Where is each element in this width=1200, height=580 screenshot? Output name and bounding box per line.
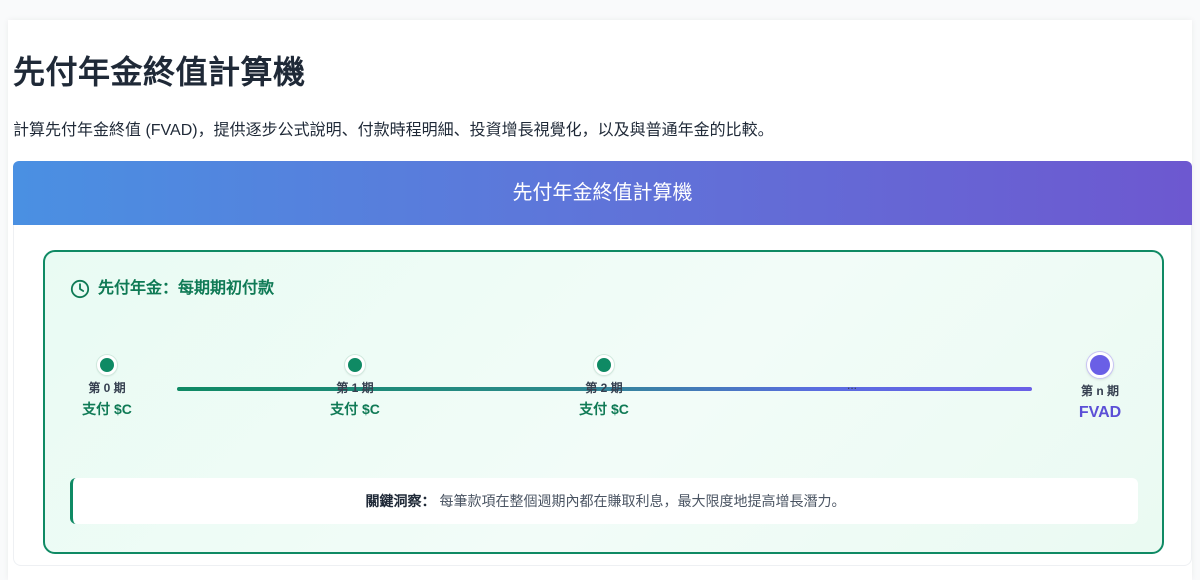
calculator-body: 先付年金：每期期初付款 第 0 期 支付 $C 第 1 期 支付 $C 第 2 … — [13, 225, 1192, 566]
page-container: 先付年金終值計算機 計算先付年金終值 (FVAD)，提供逐步公式說明、付款時程明… — [8, 20, 1192, 580]
timeline-payment-label: 支付 $C — [82, 401, 132, 417]
timeline-period-label: 第 2 期 — [585, 381, 623, 395]
page-title: 先付年金終值計算機 — [13, 54, 306, 90]
calculator-header-title: 先付年金終值計算機 — [512, 182, 693, 204]
timeline-period-label: 第 1 期 — [336, 381, 374, 395]
timeline-dot — [97, 355, 117, 375]
key-insight-box: 關鍵洞察： 每筆款項在整個週期內都在賺取利息，最大限度地提高增長潛力。 — [70, 478, 1138, 524]
key-insight-text: 每筆款項在整個週期內都在賺取利息，最大限度地提高增長潛力。 — [439, 493, 846, 509]
timeline-dot — [594, 355, 614, 375]
timeline-point-0: 第 0 期 支付 $C — [47, 352, 167, 418]
card-heading: 先付年金：每期期初付款 — [70, 279, 274, 299]
timeline-ellipsis: ... — [846, 378, 857, 392]
timeline-point-final: 第 n 期 FVAD — [1040, 352, 1160, 423]
timeline-dot-final — [1087, 352, 1113, 378]
timeline-period-label: 第 0 期 — [88, 381, 126, 395]
card-heading-text: 先付年金：每期期初付款 — [98, 280, 275, 297]
timeline-point-1: 第 1 期 支付 $C — [295, 352, 415, 418]
timeline-dot — [345, 355, 365, 375]
calculator-header: 先付年金終值計算機 — [13, 161, 1192, 225]
timeline-fvad-label: FVAD — [1078, 404, 1122, 421]
timeline-payment-label: 支付 $C — [579, 401, 629, 417]
timeline-point-ellipsis: ... — [792, 352, 912, 393]
timeline-period-label: 第 n 期 — [1081, 384, 1119, 398]
clock-icon — [70, 279, 90, 299]
timeline-point-2: 第 2 期 支付 $C — [544, 352, 664, 418]
key-insight-label: 關鍵洞察： — [365, 493, 436, 509]
timeline-payment-label: 支付 $C — [330, 401, 380, 417]
annuity-due-card: 先付年金：每期期初付款 第 0 期 支付 $C 第 1 期 支付 $C 第 2 … — [43, 250, 1164, 554]
page-description: 計算先付年金終值 (FVAD)，提供逐步公式說明、付款時程明細、投資增長視覺化，… — [13, 122, 774, 139]
